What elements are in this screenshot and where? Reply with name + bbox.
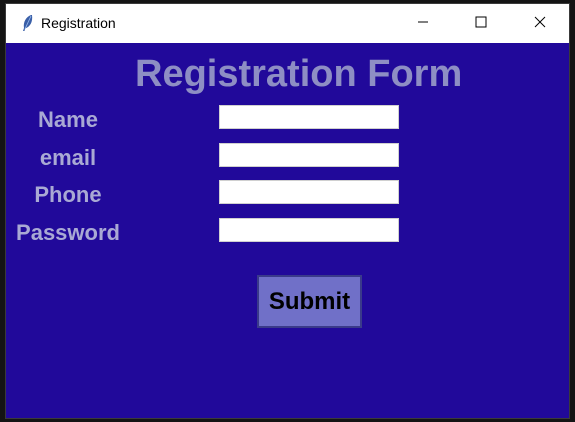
password-input[interactable] bbox=[219, 218, 399, 242]
form-title: Registration Form bbox=[135, 53, 463, 95]
form-panel: Registration Form Name email Phone Passw… bbox=[6, 43, 569, 418]
phone-input[interactable] bbox=[219, 180, 399, 204]
name-label: Name bbox=[38, 107, 98, 132]
phone-label: Phone bbox=[34, 182, 102, 207]
email-input[interactable] bbox=[219, 143, 399, 167]
close-icon bbox=[534, 15, 546, 33]
maximize-button[interactable] bbox=[452, 4, 510, 43]
maximize-icon bbox=[475, 15, 487, 33]
minimize-icon bbox=[417, 15, 429, 33]
title-bar[interactable]: Registration bbox=[6, 4, 569, 43]
minimize-button[interactable] bbox=[394, 4, 452, 43]
email-label: email bbox=[39, 145, 97, 170]
submit-button[interactable]: Submit bbox=[257, 275, 362, 328]
name-input[interactable] bbox=[219, 105, 399, 129]
feather-icon bbox=[20, 14, 36, 32]
window-title: Registration bbox=[41, 15, 116, 31]
close-button[interactable] bbox=[511, 4, 569, 43]
password-label: Password bbox=[16, 220, 120, 245]
registration-window: Registration Registration Form Name emai… bbox=[6, 4, 569, 418]
